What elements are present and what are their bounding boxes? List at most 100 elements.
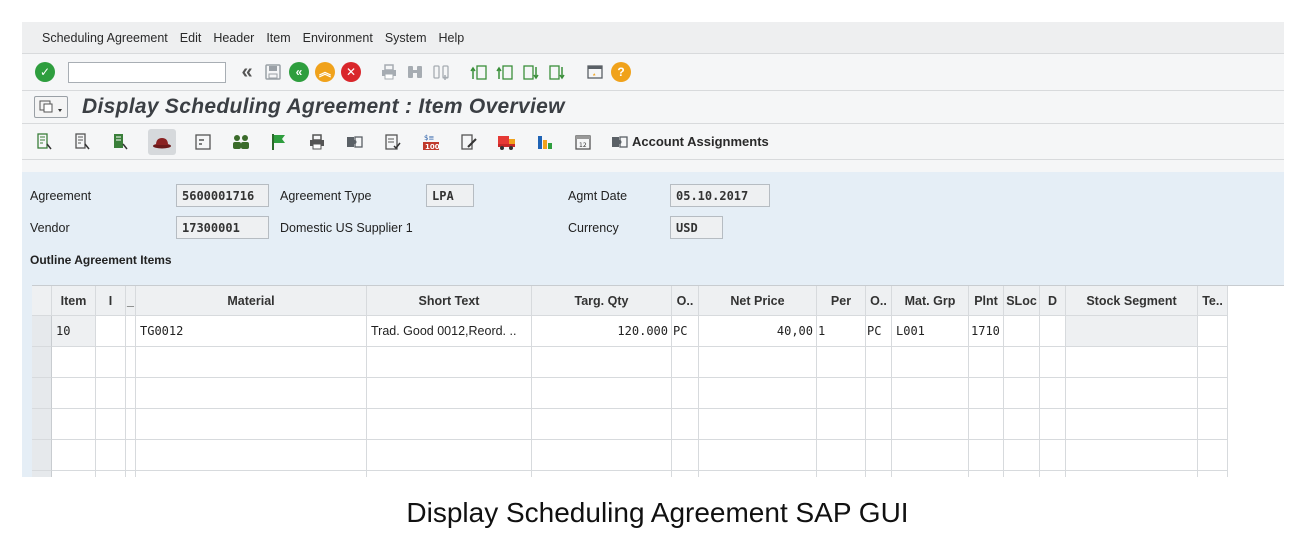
- d-cell[interactable]: [1040, 316, 1066, 347]
- command-field[interactable]: [68, 61, 226, 83]
- empty-table-row[interactable]: [32, 409, 1284, 440]
- col-item[interactable]: Item: [52, 286, 96, 316]
- item-cell[interactable]: 10: [52, 316, 96, 347]
- price-update-icon[interactable]: $≡ 100: [420, 131, 442, 153]
- empty-cell[interactable]: [699, 347, 817, 378]
- empty-table-row[interactable]: [32, 378, 1284, 409]
- last-page-icon[interactable]: [546, 61, 568, 83]
- empty-cell[interactable]: [1066, 347, 1198, 378]
- empty-table-row[interactable]: [32, 471, 1284, 477]
- empty-cell[interactable]: [699, 440, 817, 471]
- menu-item[interactable]: Item: [266, 31, 290, 45]
- col-te[interactable]: Te..: [1198, 286, 1228, 316]
- empty-cell[interactable]: [1066, 378, 1198, 409]
- empty-cell[interactable]: [1004, 378, 1040, 409]
- empty-cell[interactable]: [672, 347, 699, 378]
- empty-cell[interactable]: [367, 347, 532, 378]
- first-page-icon[interactable]: [468, 61, 490, 83]
- menu-system[interactable]: System: [385, 31, 427, 45]
- row-selector[interactable]: [32, 316, 52, 347]
- double-left-icon[interactable]: «: [236, 61, 258, 83]
- empty-cell[interactable]: [1004, 471, 1040, 477]
- cancel-icon[interactable]: ✕: [340, 61, 362, 83]
- col-per[interactable]: Per: [817, 286, 866, 316]
- empty-cell[interactable]: [699, 471, 817, 477]
- net-price-cell[interactable]: 40,00: [699, 316, 817, 347]
- empty-cell[interactable]: [1040, 378, 1066, 409]
- empty-cell[interactable]: [1040, 440, 1066, 471]
- empty-cell[interactable]: [367, 471, 532, 477]
- account-assignments-button[interactable]: Account Assignments: [610, 131, 769, 153]
- texts-icon[interactable]: [192, 131, 214, 153]
- menu-help[interactable]: Help: [439, 31, 465, 45]
- empty-cell[interactable]: [1066, 440, 1198, 471]
- empty-cell[interactable]: [892, 378, 969, 409]
- col-short-text[interactable]: Short Text: [367, 286, 532, 316]
- empty-cell[interactable]: [866, 409, 892, 440]
- empty-cell[interactable]: [52, 409, 96, 440]
- statistics-chart-icon[interactable]: [534, 131, 556, 153]
- row-selector[interactable]: [32, 440, 52, 471]
- currency-field[interactable]: USD: [670, 216, 723, 239]
- empty-cell[interactable]: [126, 378, 136, 409]
- order-unit-cell[interactable]: PC: [672, 316, 699, 347]
- row-selector[interactable]: [32, 409, 52, 440]
- edit-document-icon[interactable]: [458, 131, 480, 153]
- empty-cell[interactable]: [672, 409, 699, 440]
- col-sloc[interactable]: SLoc: [1004, 286, 1040, 316]
- select-all-cell[interactable]: [32, 286, 52, 316]
- empty-cell[interactable]: [136, 440, 367, 471]
- empty-cell[interactable]: [969, 378, 1004, 409]
- empty-cell[interactable]: [126, 471, 136, 477]
- plnt-cell[interactable]: 1710: [969, 316, 1004, 347]
- empty-cell[interactable]: [1004, 347, 1040, 378]
- stock-segment-cell[interactable]: [1066, 316, 1198, 347]
- empty-cell[interactable]: [1040, 471, 1066, 477]
- empty-cell[interactable]: [672, 440, 699, 471]
- empty-cell[interactable]: [866, 471, 892, 477]
- screen-menu-button[interactable]: [34, 96, 68, 118]
- flag-icon[interactable]: [268, 131, 290, 153]
- empty-cell[interactable]: [892, 347, 969, 378]
- empty-cell[interactable]: [367, 378, 532, 409]
- empty-cell[interactable]: [52, 378, 96, 409]
- puzzle-icon[interactable]: [344, 131, 366, 153]
- short-text-cell[interactable]: Trad. Good 0012,Reord. ..: [367, 316, 532, 347]
- help-icon[interactable]: ?: [610, 61, 632, 83]
- empty-cell[interactable]: [136, 409, 367, 440]
- underscore-cell[interactable]: [126, 316, 136, 347]
- empty-cell[interactable]: [1198, 409, 1228, 440]
- empty-cell[interactable]: [1198, 440, 1228, 471]
- col-order-price-unit[interactable]: O..: [866, 286, 892, 316]
- empty-table-row[interactable]: [32, 347, 1284, 378]
- save-icon[interactable]: [262, 61, 284, 83]
- empty-cell[interactable]: [52, 347, 96, 378]
- empty-cell[interactable]: [52, 471, 96, 477]
- targ-qty-cell[interactable]: 120.000: [532, 316, 672, 347]
- col-plnt[interactable]: Plnt: [969, 286, 1004, 316]
- per-cell[interactable]: 1: [817, 316, 866, 347]
- empty-cell[interactable]: [699, 378, 817, 409]
- empty-cell[interactable]: [866, 378, 892, 409]
- back-icon[interactable]: «: [288, 61, 310, 83]
- empty-cell[interactable]: [532, 378, 672, 409]
- empty-cell[interactable]: [672, 378, 699, 409]
- empty-cell[interactable]: [1040, 409, 1066, 440]
- empty-cell[interactable]: [136, 378, 367, 409]
- overview-icon[interactable]: [110, 131, 132, 153]
- item-details-icon[interactable]: [72, 131, 94, 153]
- empty-cell[interactable]: [126, 440, 136, 471]
- empty-cell[interactable]: [892, 440, 969, 471]
- find-next-icon[interactable]: [430, 61, 452, 83]
- row-selector[interactable]: [32, 378, 52, 409]
- empty-cell[interactable]: [367, 409, 532, 440]
- agreement-type-field[interactable]: LPA: [426, 184, 474, 207]
- empty-cell[interactable]: [1198, 347, 1228, 378]
- print-preview-icon[interactable]: [306, 131, 328, 153]
- menu-scheduling-agreement[interactable]: Scheduling Agreement: [42, 31, 168, 45]
- empty-cell[interactable]: [1040, 347, 1066, 378]
- empty-cell[interactable]: [52, 440, 96, 471]
- empty-cell[interactable]: [866, 347, 892, 378]
- col-mat-grp[interactable]: Mat. Grp: [892, 286, 969, 316]
- empty-cell[interactable]: [817, 471, 866, 477]
